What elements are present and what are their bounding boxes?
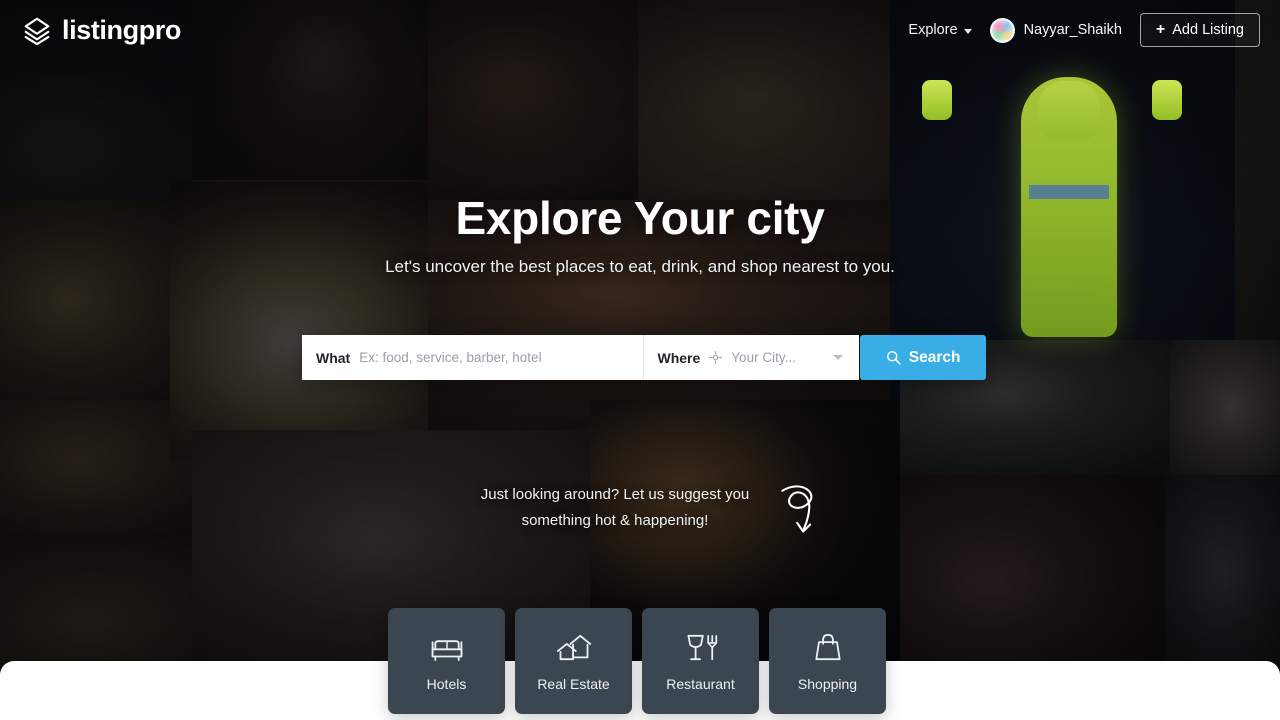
search-what-label: What <box>316 349 351 366</box>
user-name-label: Nayyar_Shaikh <box>1023 22 1122 38</box>
shopping-bag-icon <box>814 633 841 661</box>
search-input[interactable] <box>359 350 643 365</box>
category-card-shopping[interactable]: Shopping <box>769 608 886 714</box>
collage-tile-street-2 <box>428 200 890 430</box>
mechanic-arm-right <box>1152 80 1182 120</box>
user-menu[interactable]: Nayyar_Shaikh <box>989 17 1122 43</box>
page-root: listingpro Explore Nayyar_Shaikh + Add L… <box>0 0 1280 720</box>
collage-tile-hiking <box>0 400 192 535</box>
chevron-down-icon <box>963 28 972 34</box>
nav-explore-label: Explore <box>908 22 958 38</box>
category-label: Restaurant <box>666 676 735 692</box>
add-listing-button[interactable]: + Add Listing <box>1139 13 1260 47</box>
search-what-field[interactable]: What <box>302 335 643 380</box>
search-where-field[interactable]: Where <box>642 335 860 380</box>
avatar <box>989 17 1015 43</box>
search-button-label: Search <box>908 348 961 366</box>
search-icon <box>886 350 901 365</box>
layers-stack-icon <box>24 17 50 45</box>
suggest-line-1: Just looking around? Let us suggest you <box>480 486 750 503</box>
search-where-label: Where <box>657 349 701 366</box>
category-card-hotels[interactable]: Hotels <box>388 608 505 714</box>
plus-icon: + <box>1155 20 1166 38</box>
collage-tile-store <box>900 475 1165 670</box>
header-nav: Explore Nayyar_Shaikh + Add Listing <box>908 13 1260 47</box>
collage-tile-spa <box>1170 340 1280 475</box>
bed-icon <box>431 640 462 661</box>
collage-tile-gym <box>1165 475 1280 670</box>
city-chevron-down-icon[interactable] <box>833 355 844 360</box>
collage-tile-drinks <box>0 200 192 400</box>
house-icon <box>556 634 591 661</box>
category-label: Shopping <box>797 676 858 692</box>
site-header: listingpro Explore Nayyar_Shaikh + Add L… <box>0 0 1280 60</box>
wineglass-fork-icon <box>687 634 717 661</box>
suggest-text: Just looking around? Let us suggest you … <box>460 482 770 534</box>
suggest-line-2: something hot & happening! <box>521 511 709 529</box>
collage-tile-cobble <box>0 535 192 680</box>
curved-arrow-down-icon <box>781 485 813 533</box>
search-bar: What Where Search <box>302 335 986 380</box>
search-button[interactable]: Search <box>860 335 986 380</box>
collage-tile-pasta <box>170 182 460 460</box>
category-card-restaurant[interactable]: Restaurant <box>642 608 759 714</box>
add-listing-label: Add Listing <box>1172 22 1244 38</box>
nav-explore[interactable]: Explore <box>908 22 972 38</box>
mechanic-figure <box>1021 77 1118 338</box>
mechanic-arm-left <box>922 80 952 120</box>
category-label: Real Estate <box>537 676 610 692</box>
category-cards: Hotels Real Estate Restaurant Shopping <box>388 608 886 714</box>
locate-crosshair-icon[interactable] <box>709 351 723 364</box>
category-label: Hotels <box>426 676 467 692</box>
brand-logo[interactable]: listingpro <box>22 15 181 45</box>
brand-name: listingpro <box>62 14 181 45</box>
category-card-real-estate[interactable]: Real Estate <box>515 608 632 714</box>
